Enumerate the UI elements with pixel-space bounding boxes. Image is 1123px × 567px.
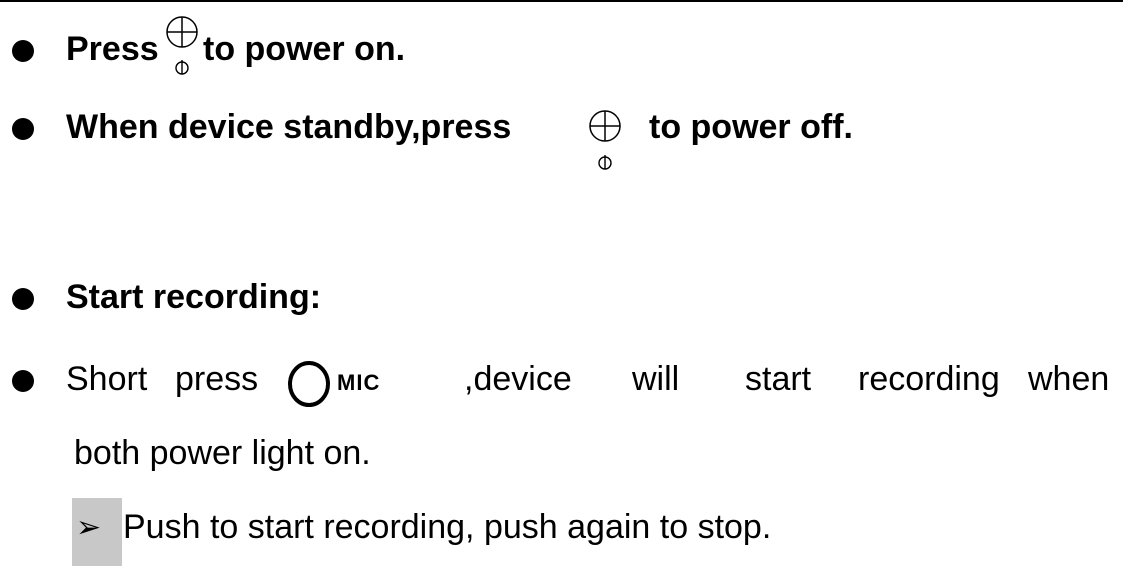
bullet [12,40,34,62]
line-4-word: press [175,360,259,398]
line-4-word: start [745,360,812,398]
mic-label: MIC [337,370,381,395]
line-2-text-before: When device standby,press [66,108,512,146]
line-1-text-before: Press [66,30,159,68]
bullet [12,370,34,392]
bullet [12,288,34,310]
line-3-text: Start recording: [66,278,322,316]
power-icon [166,16,198,75]
line-1-text-after: to power on. [203,30,406,68]
line-4-word: will [632,360,680,398]
line-4-word: when [1028,360,1110,398]
mic-button-icon: MIC [285,358,380,408]
line-5-text: Push to start recording, push again to s… [123,508,772,546]
line-2-text-after: to power off. [649,108,853,146]
arrow-bullet-icon: ➢ [76,511,102,544]
line-4-continuation: both power light on. [74,434,371,472]
power-icon [589,110,621,170]
line-4-word: Short [66,360,148,398]
line-4-word: recording [858,360,1000,398]
circle-icon [288,361,330,407]
bullet [12,118,34,140]
top-rule [0,0,1123,2]
line-4-word: ,device [464,360,572,398]
